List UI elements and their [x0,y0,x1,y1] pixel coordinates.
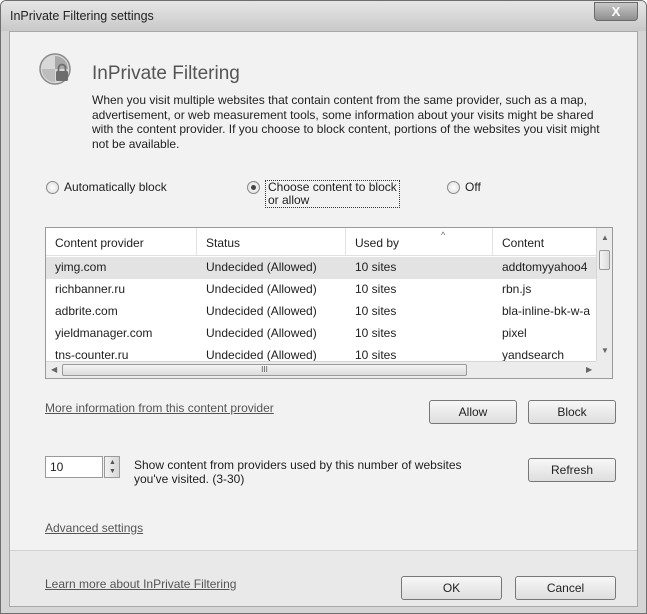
close-button[interactable]: X [594,2,638,21]
refresh-button[interactable]: Refresh [528,458,616,482]
table-cell: Undecided (Allowed) [206,326,317,340]
table-row[interactable]: adbrite.com Undecided (Allowed) 10 sites bl… [46,301,598,323]
vertical-scrollbar[interactable]: ▲ ▼ [596,228,612,362]
scroll-left-icon[interactable]: ◀ [51,365,57,374]
table-cell: yimg.com [55,260,107,274]
sort-ascending-icon: ^ [441,230,446,240]
column-header-content-provider[interactable]: Content provider [46,228,197,256]
title-bar[interactable]: InPrivate Filtering settings X [1,1,646,31]
vertical-scroll-thumb[interactable] [599,250,610,270]
radio-choose-content[interactable]: Choose content to block or allow [247,180,417,215]
page-title: InPrivate Filtering [92,63,240,84]
cancel-button[interactable]: Cancel [515,576,616,600]
table-cell: adbrite.com [55,304,118,318]
table-cell: addtomyyahoo4 [502,260,588,274]
radio-button[interactable] [447,181,460,194]
header-description: When you visit multiple websites that co… [92,93,600,151]
radio-off[interactable]: Off [447,181,517,215]
table-cell: Undecided (Allowed) [206,282,317,296]
table-cell: yieldmanager.com [55,326,153,340]
table-cell: pixel [502,326,527,340]
radio-automatically-block[interactable]: Automatically block [46,181,206,215]
table-row[interactable]: yimg.com Undecided (Allowed) 10 sites addto… [46,257,598,279]
table-cell: Undecided (Allowed) [206,260,317,274]
table-cell: bla-inline-bk-w-a [502,304,591,318]
site-count-input[interactable]: 10 [45,456,103,478]
table-cell: richbanner.ru [55,282,126,296]
radio-button[interactable] [247,181,260,194]
ok-button[interactable]: OK [401,576,502,600]
column-header-used-by[interactable]: Used by [346,228,493,256]
allow-button[interactable]: Allow [429,400,517,424]
table-cell: Undecided (Allowed) [206,304,317,318]
radio-label: Automatically block [64,180,167,194]
site-count-description: Show content from providers used by this… [134,458,462,486]
spin-up-icon[interactable]: ▲ [109,459,116,466]
learn-more-link[interactable]: Learn more about InPrivate Filtering [45,577,236,591]
site-count-spinner[interactable]: ▲ ▼ [104,456,120,478]
column-header-status[interactable]: Status [197,228,346,256]
scroll-up-icon[interactable]: ▲ [601,233,609,242]
radio-button[interactable] [46,181,59,194]
column-header-content[interactable]: Content [493,228,598,256]
scroll-down-icon[interactable]: ▼ [601,346,609,355]
table-header: Content provider Status Used by ^ Conten… [46,228,598,256]
table-row[interactable]: richbanner.ru Undecided (Allowed) 10 sites… [46,279,598,301]
block-button[interactable]: Block [528,400,616,424]
table-cell: 10 sites [355,260,397,274]
radio-label: Off [465,180,481,194]
spin-down-icon[interactable]: ▼ [109,468,116,475]
radio-label: Choose content to block or allow [265,180,400,208]
more-information-link[interactable]: More information from this content provi… [45,401,274,415]
table-cell: 10 sites [355,282,397,296]
table-cell: rbn.js [502,282,532,296]
inprivate-shield-icon [39,53,71,85]
window-title: InPrivate Filtering settings [10,9,154,23]
scrollbar-corner [596,361,612,378]
scroll-right-icon[interactable]: ▶ [586,365,592,374]
horizontal-scroll-thumb[interactable]: III [62,364,467,376]
content-provider-table[interactable]: Content provider Status Used by ^ Conten… [45,227,613,379]
table-row[interactable]: yieldmanager.com Undecided (Allowed) 10 si… [46,323,598,345]
advanced-settings-link[interactable]: Advanced settings [45,521,143,535]
table-cell: 10 sites [355,304,397,318]
table-cell: 10 sites [355,326,397,340]
horizontal-scrollbar[interactable]: ◀ III ▶ [46,361,598,378]
inprivate-filtering-settings-dialog: InPrivate Filtering settings X InPrivate… [0,0,647,614]
